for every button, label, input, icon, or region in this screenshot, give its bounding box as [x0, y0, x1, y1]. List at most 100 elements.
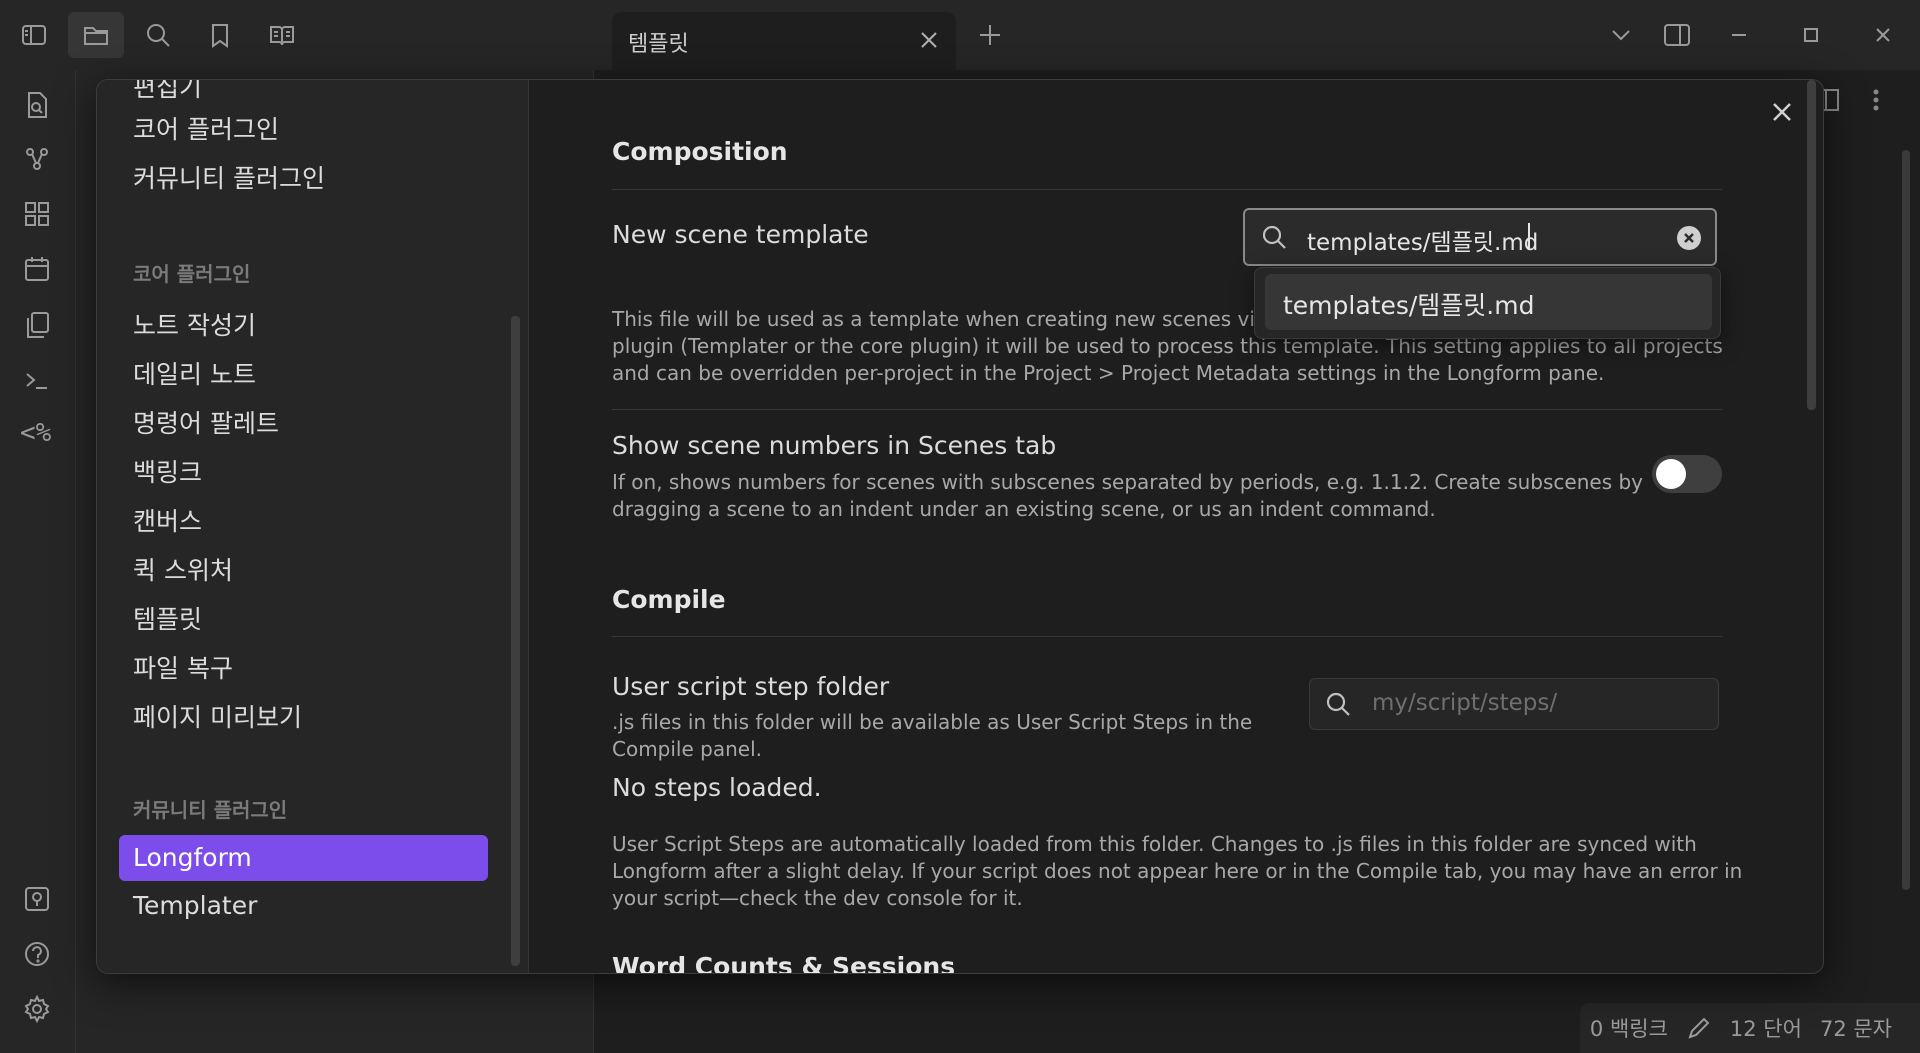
char-count: 72 문자: [1819, 1017, 1892, 1041]
editor-scrollbar[interactable]: [1902, 150, 1910, 890]
settings-modal: 편집기 코어 플러그인 커뮤니티 플러그인 코어 플러그인 노트 작성기 데일리…: [96, 79, 1824, 974]
vault-icon: [25, 887, 49, 911]
minimize-button[interactable]: [1724, 20, 1754, 54]
clear-icon: [1684, 233, 1694, 243]
suggestion-item-label: templates/템플릿.md: [1283, 291, 1535, 320]
setting-user-script-folder-name: User script step folder: [612, 672, 890, 701]
more-options-button[interactable]: [1862, 86, 1890, 118]
new-scene-template-value: templates/템플릿.md: [1307, 230, 1539, 256]
tab-list-button[interactable]: [1606, 20, 1636, 54]
nav-item-command-palette[interactable]: 명령어 팔레트: [133, 404, 279, 440]
ribbon-graph-view-button[interactable]: [22, 144, 54, 176]
bookmarks-button[interactable]: [192, 12, 248, 58]
longform-button[interactable]: [254, 12, 310, 58]
toggle-knob: [1656, 459, 1686, 489]
new-tab-button[interactable]: [975, 20, 1005, 50]
ribbon-command-palette-button[interactable]: [22, 365, 54, 397]
desc-line: dragging a scene to an indent under an e…: [612, 497, 1436, 521]
plus-icon: [980, 25, 1000, 45]
nav-item-backlinks[interactable]: 백링크: [133, 453, 202, 489]
ribbon-templates-button[interactable]: [22, 310, 54, 342]
file-explorer-button[interactable]: [68, 12, 124, 58]
divider: [612, 636, 1722, 637]
help-icon: [25, 942, 49, 966]
toggle-left-sidebar-button[interactable]: [6, 12, 62, 58]
steps-description: User Script Steps are automatically load…: [612, 831, 1742, 912]
ribbon-daily-note-button[interactable]: [22, 254, 54, 286]
templater-icon: <%: [20, 418, 52, 448]
title-bar: 템플릿: [0, 0, 1920, 70]
nav-item-editor[interactable]: 편집기: [133, 80, 202, 104]
maximize-button[interactable]: [1796, 20, 1826, 54]
desc-line: User Script Steps are automatically load…: [612, 832, 1697, 856]
book-open-icon: [270, 26, 294, 46]
nav-item-canvas[interactable]: 캔버스: [133, 502, 202, 538]
desc-line: If on, shows numbers for scenes with sub…: [612, 470, 1643, 494]
toggle-right-sidebar-button[interactable]: [1662, 20, 1692, 54]
clear-input-button[interactable]: [1677, 226, 1701, 250]
tab-title: 템플릿: [628, 32, 689, 57]
no-steps-label: No steps loaded.: [612, 773, 822, 802]
ribbon-quick-open-button[interactable]: [22, 90, 54, 122]
gear-icon: [24, 994, 50, 1024]
desc-line: .js files in this folder will be availab…: [612, 710, 1253, 734]
backlinks-count[interactable]: 0 백링크: [1590, 1013, 1668, 1043]
section-heading-compile: Compile: [612, 585, 726, 614]
close-icon: [1876, 28, 1890, 42]
nav-group-core-plugins: 코어 플러그인: [133, 262, 251, 286]
desc-line: Longform after a slight delay. If your s…: [612, 859, 1743, 883]
settings-nav: 편집기 코어 플러그인 커뮤니티 플러그인 코어 플러그인 노트 작성기 데일리…: [97, 80, 529, 973]
close-icon: [921, 32, 937, 48]
ribbon-settings-button[interactable]: [22, 994, 54, 1026]
section-heading-composition: Composition: [612, 137, 788, 166]
nav-group-community-plugins: 커뮤니티 플러그인: [133, 798, 288, 822]
word-count: 12 단어: [1729, 1017, 1802, 1041]
text-cursor: [1528, 223, 1530, 250]
nav-item-longform[interactable]: Longform: [119, 835, 488, 881]
minimize-icon: [1732, 34, 1746, 36]
nav-item-community-plugins[interactable]: 커뮤니티 플러그인: [133, 159, 325, 195]
nav-item-quick-switcher[interactable]: 퀵 스위처: [133, 551, 233, 587]
sidebar-right-icon: [1664, 24, 1690, 46]
new-scene-template-input[interactable]: templates/템플릿.md: [1243, 208, 1717, 266]
user-script-folder-placeholder: my/script/steps/: [1372, 690, 1558, 716]
ribbon-help-button[interactable]: [22, 939, 54, 971]
nav-item-longform-label: Longform: [133, 843, 252, 872]
search-button[interactable]: [130, 12, 186, 58]
template-suggestion-dropdown: templates/템플릿.md: [1254, 267, 1721, 339]
show-scene-numbers-toggle[interactable]: [1652, 455, 1722, 493]
setting-user-script-folder-desc: .js files in this folder will be availab…: [612, 709, 1252, 763]
pencil-icon[interactable]: [1686, 1015, 1712, 1041]
nav-item-file-recovery[interactable]: 파일 복구: [133, 649, 233, 685]
settings-content-scrollbar[interactable]: [1807, 80, 1816, 410]
search-icon: [147, 24, 170, 47]
ribbon-vault-switcher-button[interactable]: [22, 884, 54, 916]
user-script-folder-input[interactable]: my/script/steps/: [1309, 678, 1719, 730]
close-icon: [1773, 103, 1791, 121]
nav-item-daily-notes[interactable]: 데일리 노트: [133, 355, 256, 391]
close-settings-button[interactable]: [1767, 97, 1797, 127]
section-heading-word-counts: Word Counts & Sessions: [612, 952, 956, 974]
setting-new-scene-template-name: New scene template: [612, 220, 869, 249]
desc-line: and can be overridden per-project in the…: [612, 361, 1605, 385]
nav-item-note-composer[interactable]: 노트 작성기: [133, 306, 256, 342]
desc-line: Compile panel.: [612, 737, 762, 761]
nav-item-templater[interactable]: Templater: [133, 891, 257, 920]
chevron-down-icon: [1612, 30, 1630, 41]
suggestion-item[interactable]: templates/템플릿.md: [1265, 274, 1712, 330]
search-icon: [1262, 225, 1286, 249]
divider: [612, 409, 1722, 410]
nav-item-templates[interactable]: 템플릿: [133, 600, 202, 636]
search-icon: [1326, 692, 1350, 716]
ribbon-templater-button[interactable]: <%: [20, 418, 52, 450]
more-vertical-icon: [1873, 89, 1879, 111]
desc-line: your script—check the dev console for it…: [612, 886, 1023, 910]
nav-item-page-preview[interactable]: 페이지 미리보기: [133, 698, 302, 734]
close-window-button[interactable]: [1868, 20, 1898, 54]
settings-nav-scrollbar[interactable]: [511, 316, 520, 966]
left-ribbon: <%: [0, 70, 76, 1053]
nav-item-core-plugins[interactable]: 코어 플러그인: [133, 110, 279, 146]
close-tab-button[interactable]: [916, 27, 942, 53]
ribbon-canvas-button[interactable]: [22, 199, 54, 231]
tab-template[interactable]: 템플릿: [612, 12, 956, 70]
